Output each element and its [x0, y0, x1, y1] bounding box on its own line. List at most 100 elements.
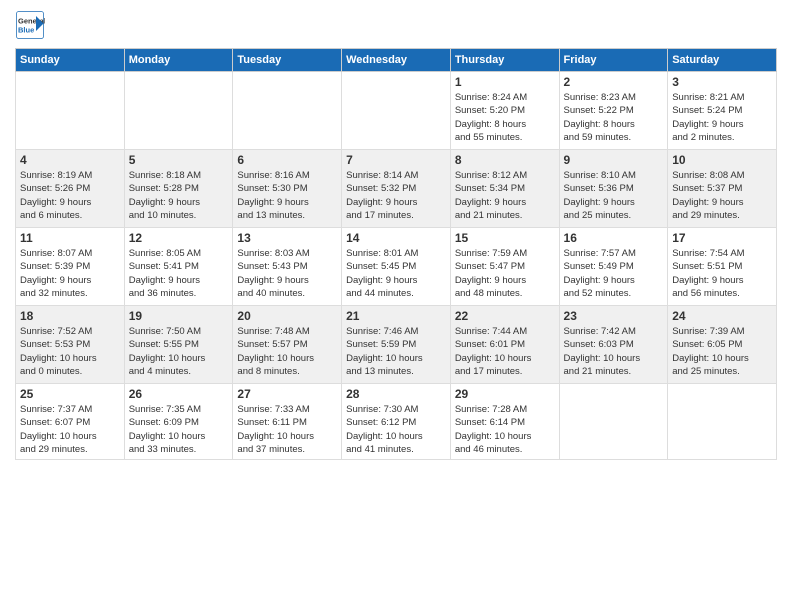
day-info: Sunrise: 8:03 AMSunset: 5:43 PMDaylight:… [237, 247, 337, 300]
day-number: 21 [346, 309, 446, 323]
day-number: 20 [237, 309, 337, 323]
day-number: 4 [20, 153, 120, 167]
calendar-cell: 7 Sunrise: 8:14 AMSunset: 5:32 PMDaylight… [342, 150, 451, 228]
day-info: Sunrise: 8:14 AMSunset: 5:32 PMDaylight:… [346, 169, 446, 222]
weekday-header-row: SundayMondayTuesdayWednesdayThursdayFrid… [16, 49, 777, 72]
day-info: Sunrise: 8:07 AMSunset: 5:39 PMDaylight:… [20, 247, 120, 300]
day-number: 6 [237, 153, 337, 167]
calendar-cell [668, 384, 777, 460]
day-info: Sunrise: 8:12 AMSunset: 5:34 PMDaylight:… [455, 169, 555, 222]
day-info: Sunrise: 8:23 AMSunset: 5:22 PMDaylight:… [564, 91, 664, 144]
calendar-cell: 5Sunrise: 8:18 AMSunset: 5:28 PMDaylight… [124, 150, 233, 228]
calendar-cell: 3 Sunrise: 8:21 AMSunset: 5:24 PMDaylight… [668, 72, 777, 150]
calendar-cell: 22 Sunrise: 7:44 AMSunset: 6:01 PMDayligh… [450, 306, 559, 384]
calendar-cell: 24 Sunrise: 7:39 AMSunset: 6:05 PMDayligh… [668, 306, 777, 384]
day-number: 23 [564, 309, 664, 323]
svg-text:Blue: Blue [18, 26, 34, 35]
day-info: Sunrise: 7:52 AMSunset: 5:53 PMDaylight:… [20, 325, 120, 378]
day-info: Sunrise: 7:30 AMSunset: 6:12 PMDaylight:… [346, 403, 446, 456]
weekday-header-thursday: Thursday [450, 49, 559, 72]
header: General Blue [15, 10, 777, 40]
day-number: 19 [129, 309, 229, 323]
day-info: Sunrise: 8:01 AMSunset: 5:45 PMDaylight:… [346, 247, 446, 300]
calendar-cell: 20 Sunrise: 7:48 AMSunset: 5:57 PMDayligh… [233, 306, 342, 384]
day-info: Sunrise: 7:42 AMSunset: 6:03 PMDaylight:… [564, 325, 664, 378]
day-number: 3 [672, 75, 772, 89]
day-info: Sunrise: 8:10 AMSunset: 5:36 PMDaylight:… [564, 169, 664, 222]
day-number: 8 [455, 153, 555, 167]
weekday-header-friday: Friday [559, 49, 668, 72]
calendar-cell: 17Sunrise: 7:54 AMSunset: 5:51 PMDayligh… [668, 228, 777, 306]
calendar-cell: 18 Sunrise: 7:52 AMSunset: 5:53 PMDayligh… [16, 306, 125, 384]
calendar-cell: 9 Sunrise: 8:10 AMSunset: 5:36 PMDaylight… [559, 150, 668, 228]
day-info: Sunrise: 7:57 AMSunset: 5:49 PMDaylight:… [564, 247, 664, 300]
day-info: Sunrise: 7:33 AMSunset: 6:11 PMDaylight:… [237, 403, 337, 456]
day-info: Sunrise: 7:35 AMSunset: 6:09 PMDaylight:… [129, 403, 229, 456]
calendar-cell: 25 Sunrise: 7:37 AMSunset: 6:07 PMDayligh… [16, 384, 125, 460]
calendar-cell: 13Sunrise: 8:03 AMSunset: 5:43 PMDayligh… [233, 228, 342, 306]
day-number: 1 [455, 75, 555, 89]
calendar-cell [342, 72, 451, 150]
day-info: Sunrise: 7:48 AMSunset: 5:57 PMDaylight:… [237, 325, 337, 378]
calendar-cell: 4 Sunrise: 8:19 AMSunset: 5:26 PMDaylight… [16, 150, 125, 228]
day-number: 28 [346, 387, 446, 401]
calendar-cell: 12 Sunrise: 8:05 AMSunset: 5:41 PMDayligh… [124, 228, 233, 306]
calendar-cell [233, 72, 342, 150]
day-number: 29 [455, 387, 555, 401]
day-info: Sunrise: 7:59 AMSunset: 5:47 PMDaylight:… [455, 247, 555, 300]
weekday-header-monday: Monday [124, 49, 233, 72]
day-info: Sunrise: 8:19 AMSunset: 5:26 PMDaylight:… [20, 169, 120, 222]
weekday-header-saturday: Saturday [668, 49, 777, 72]
calendar-cell: 29 Sunrise: 7:28 AMSunset: 6:14 PMDayligh… [450, 384, 559, 460]
calendar-cell: 26 Sunrise: 7:35 AMSunset: 6:09 PMDayligh… [124, 384, 233, 460]
calendar-cell [124, 72, 233, 150]
week-row-4: 18 Sunrise: 7:52 AMSunset: 5:53 PMDayligh… [16, 306, 777, 384]
day-info: Sunrise: 8:21 AMSunset: 5:24 PMDaylight:… [672, 91, 772, 144]
calendar-cell: 14 Sunrise: 8:01 AMSunset: 5:45 PMDayligh… [342, 228, 451, 306]
week-row-2: 4 Sunrise: 8:19 AMSunset: 5:26 PMDaylight… [16, 150, 777, 228]
day-number: 14 [346, 231, 446, 245]
calendar-cell [16, 72, 125, 150]
day-info: Sunrise: 7:28 AMSunset: 6:14 PMDaylight:… [455, 403, 555, 456]
day-number: 24 [672, 309, 772, 323]
day-info: Sunrise: 7:50 AMSunset: 5:55 PMDaylight:… [129, 325, 229, 378]
day-info: Sunrise: 7:39 AMSunset: 6:05 PMDaylight:… [672, 325, 772, 378]
page-container: General Blue SundayMondayTuesdayWednesda… [0, 0, 792, 470]
weekday-header-sunday: Sunday [16, 49, 125, 72]
day-number: 26 [129, 387, 229, 401]
week-row-3: 11 Sunrise: 8:07 AMSunset: 5:39 PMDayligh… [16, 228, 777, 306]
calendar-table: SundayMondayTuesdayWednesdayThursdayFrid… [15, 48, 777, 460]
day-number: 9 [564, 153, 664, 167]
day-number: 22 [455, 309, 555, 323]
day-info: Sunrise: 7:37 AMSunset: 6:07 PMDaylight:… [20, 403, 120, 456]
logo-icon: General Blue [15, 10, 45, 40]
calendar-cell: 11 Sunrise: 8:07 AMSunset: 5:39 PMDayligh… [16, 228, 125, 306]
day-number: 18 [20, 309, 120, 323]
calendar-cell: 8 Sunrise: 8:12 AMSunset: 5:34 PMDaylight… [450, 150, 559, 228]
day-number: 15 [455, 231, 555, 245]
weekday-header-wednesday: Wednesday [342, 49, 451, 72]
day-number: 17 [672, 231, 772, 245]
day-number: 7 [346, 153, 446, 167]
calendar-cell: 28 Sunrise: 7:30 AMSunset: 6:12 PMDayligh… [342, 384, 451, 460]
day-number: 11 [20, 231, 120, 245]
week-row-1: 1Sunrise: 8:24 AMSunset: 5:20 PMDaylight… [16, 72, 777, 150]
calendar-cell: 19 Sunrise: 7:50 AMSunset: 5:55 PMDayligh… [124, 306, 233, 384]
day-number: 25 [20, 387, 120, 401]
day-info: Sunrise: 8:18 AMSunset: 5:28 PMDaylight:… [129, 169, 229, 222]
calendar-cell: 21 Sunrise: 7:46 AMSunset: 5:59 PMDayligh… [342, 306, 451, 384]
day-info: Sunrise: 7:44 AMSunset: 6:01 PMDaylight:… [455, 325, 555, 378]
day-number: 12 [129, 231, 229, 245]
week-row-5: 25 Sunrise: 7:37 AMSunset: 6:07 PMDayligh… [16, 384, 777, 460]
day-info: Sunrise: 8:05 AMSunset: 5:41 PMDaylight:… [129, 247, 229, 300]
calendar-cell: 23 Sunrise: 7:42 AMSunset: 6:03 PMDayligh… [559, 306, 668, 384]
day-number: 10 [672, 153, 772, 167]
day-info: Sunrise: 8:08 AMSunset: 5:37 PMDaylight:… [672, 169, 772, 222]
calendar-cell: 2Sunrise: 8:23 AMSunset: 5:22 PMDaylight… [559, 72, 668, 150]
calendar-cell [559, 384, 668, 460]
calendar-cell: 1Sunrise: 8:24 AMSunset: 5:20 PMDaylight… [450, 72, 559, 150]
calendar-cell: 10 Sunrise: 8:08 AMSunset: 5:37 PMDayligh… [668, 150, 777, 228]
day-number: 27 [237, 387, 337, 401]
day-info: Sunrise: 7:46 AMSunset: 5:59 PMDaylight:… [346, 325, 446, 378]
calendar-cell: 6Sunrise: 8:16 AMSunset: 5:30 PMDaylight… [233, 150, 342, 228]
